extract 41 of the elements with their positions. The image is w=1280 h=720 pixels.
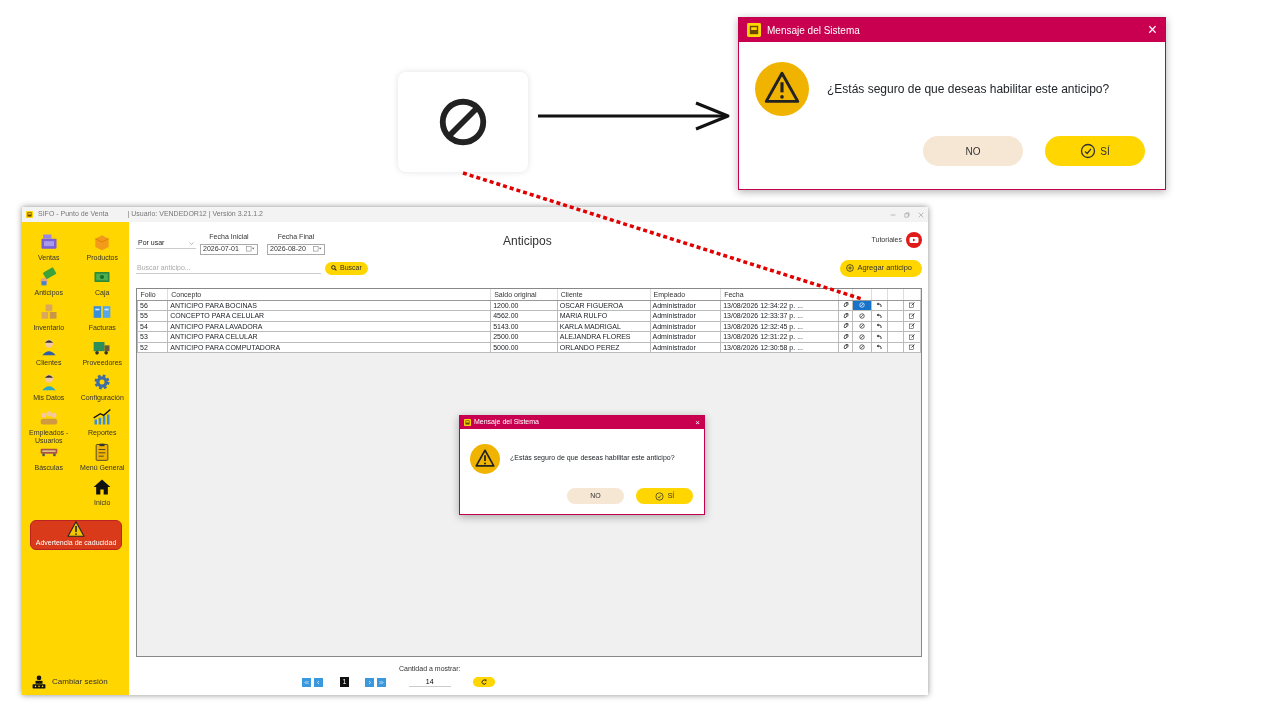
- user-network-icon: [32, 675, 46, 689]
- confirm-button[interactable]: SÍ: [1045, 136, 1145, 166]
- close-button[interactable]: ×: [695, 418, 700, 427]
- page-title: Anticipos: [503, 233, 552, 250]
- chart-icon: [92, 407, 113, 427]
- block-button[interactable]: [858, 312, 865, 319]
- first-page-icon: [304, 680, 309, 685]
- last-page-icon: [379, 680, 384, 685]
- dialog-message: ¿Estás seguro de que deseas habilitar este anticipo?: [827, 81, 1110, 98]
- edit-icon[interactable]: [908, 302, 915, 309]
- app-logo-icon: [26, 211, 33, 218]
- next-page-icon: [367, 680, 372, 685]
- plus-circle-icon: [846, 264, 855, 272]
- switch-session-button[interactable]: Cambiar sesión: [22, 675, 129, 695]
- calendar-icon: [313, 246, 322, 252]
- warning-icon: [755, 62, 809, 116]
- edit-icon[interactable]: [908, 344, 915, 351]
- app-logo-icon: [464, 419, 471, 426]
- refresh-icon: [481, 679, 488, 685]
- app-logo-icon: [747, 23, 761, 37]
- block-button[interactable]: [858, 323, 865, 330]
- search-icon: [331, 265, 337, 271]
- block-button[interactable]: [858, 333, 865, 340]
- banknote-icon: [38, 267, 59, 287]
- block-button[interactable]: [858, 344, 865, 351]
- home-icon: [92, 477, 113, 497]
- chevron-down-icon: [189, 240, 194, 246]
- video-icon[interactable]: [906, 232, 922, 248]
- edit-icon[interactable]: [908, 323, 915, 330]
- check-circle-icon: [654, 491, 664, 501]
- edit-icon[interactable]: [908, 333, 915, 340]
- refresh-button[interactable]: [473, 677, 496, 687]
- previous-page-icon: [316, 680, 321, 685]
- edit-icon[interactable]: [908, 312, 915, 319]
- warning-icon: [67, 521, 85, 538]
- warning-icon: [470, 443, 500, 474]
- cancel-button[interactable]: NO: [923, 136, 1023, 166]
- dialog-title: Mensaje del Sistema: [767, 23, 860, 38]
- calendar-icon: [246, 246, 255, 252]
- check-circle-icon: [1080, 143, 1097, 159]
- close-button[interactable]: ×: [1147, 22, 1157, 38]
